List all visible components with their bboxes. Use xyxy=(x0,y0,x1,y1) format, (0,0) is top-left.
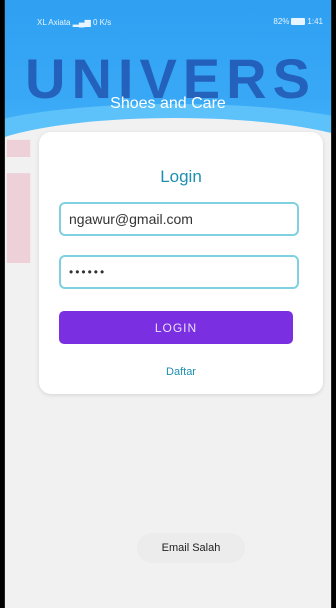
status-bar: XL Axiata ▂▄▆ 0 K/s 82% 1:41 xyxy=(5,0,331,27)
clock: 1:41 xyxy=(307,17,323,26)
carrier-label: XL Axiata xyxy=(37,18,71,27)
password-field[interactable]: •••••• xyxy=(59,255,299,289)
signal-icon: ▂▄▆ xyxy=(72,18,91,27)
status-right: 82% 1:41 xyxy=(273,17,323,26)
register-link[interactable]: Daftar xyxy=(39,366,323,378)
email-field[interactable]: ngawur@gmail.com xyxy=(59,202,299,236)
phone-screen: UNIVERS inar XL Axiata ▂▄▆ 0 K/s 82% 1:4… xyxy=(4,0,332,608)
email-field-value: ngawur@gmail.com xyxy=(69,211,193,227)
login-card: Login ngawur@gmail.com •••••• LOGIN Daft… xyxy=(39,132,323,394)
login-title: Login xyxy=(160,167,202,186)
battery-icon xyxy=(291,18,306,25)
battery-percent: 82% xyxy=(273,17,290,26)
network-speed: 0 K/s xyxy=(92,18,112,27)
app-title: Shoes and Care xyxy=(110,95,226,112)
login-button[interactable]: LOGIN xyxy=(59,311,293,344)
password-field-value: •••••• xyxy=(69,265,107,279)
status-left: XL Axiata ▂▄▆ 0 K/s xyxy=(37,18,111,27)
error-toast: Email Salah xyxy=(137,533,245,563)
